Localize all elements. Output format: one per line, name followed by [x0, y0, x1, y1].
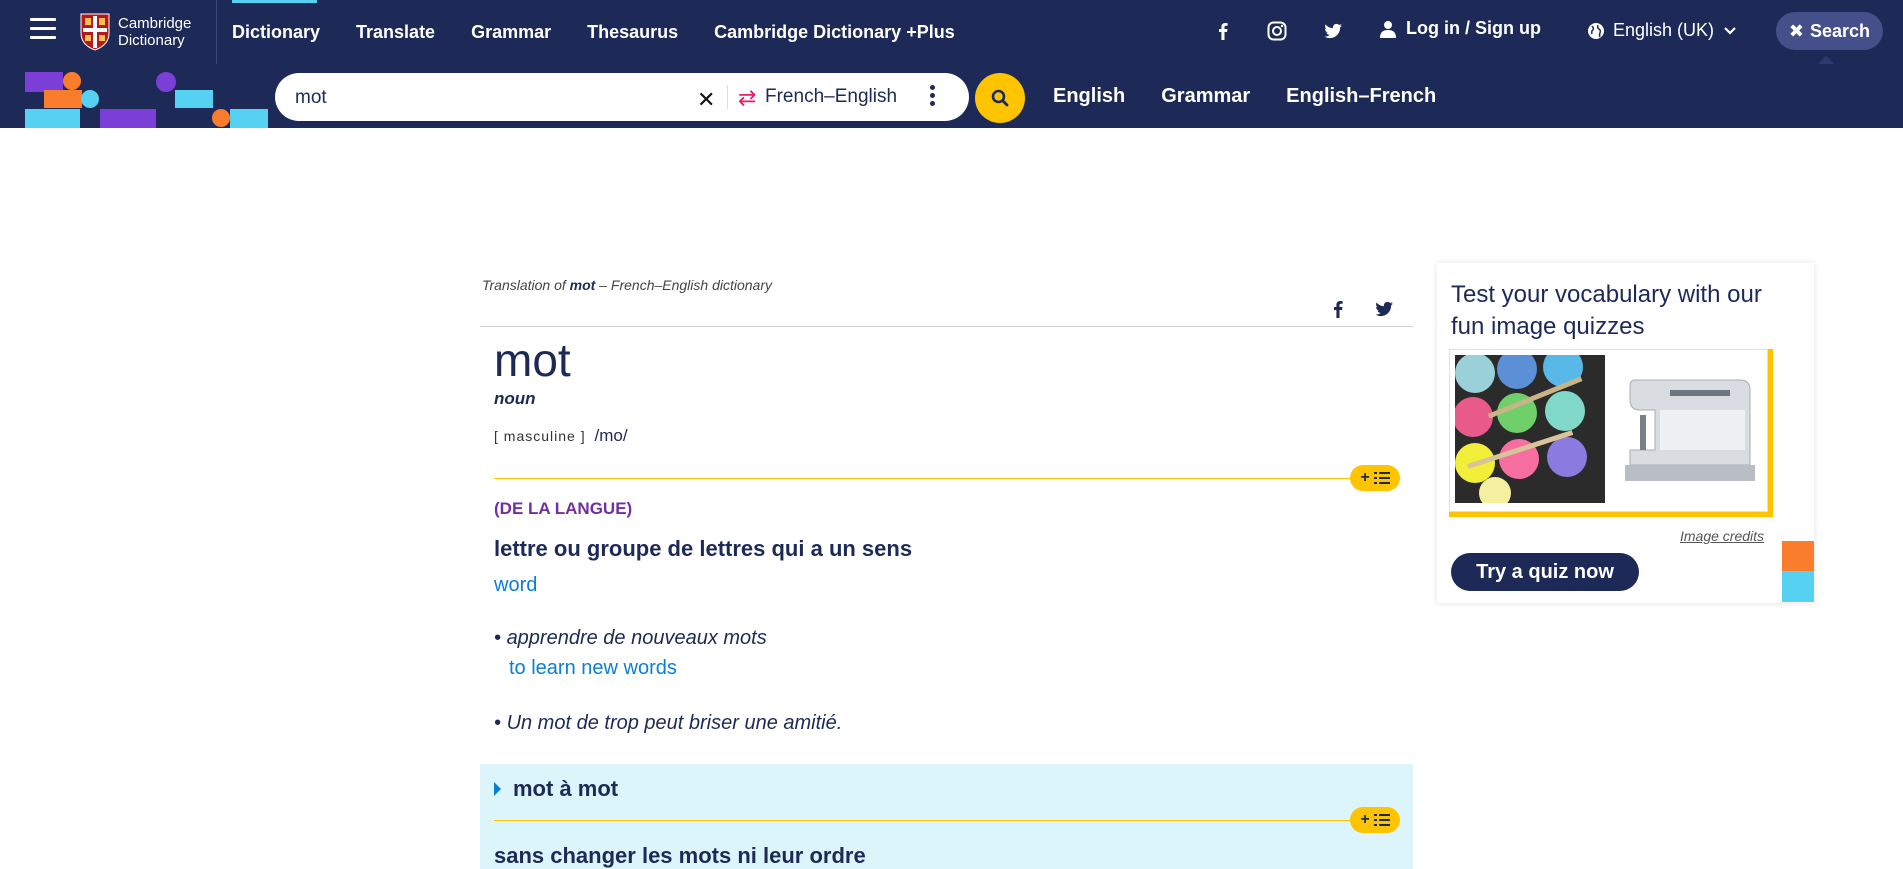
- list-icon: [1373, 814, 1390, 826]
- search-separator: [727, 85, 728, 109]
- link-grammar[interactable]: Grammar: [1161, 85, 1250, 108]
- example-1: • apprendre de nouveaux mots: [494, 627, 767, 649]
- search-bar: mot ✕ ⇄ French–English English Grammar E…: [0, 64, 1903, 128]
- pronunciation: /mo/: [594, 426, 628, 445]
- guideword: (DE LA LANGUE): [494, 499, 633, 518]
- search-button[interactable]: [975, 73, 1025, 123]
- top-bar: Cambridge Dictionary Dictionary Translat…: [0, 0, 1903, 64]
- cambridge-logo[interactable]: Cambridge Dictionary: [80, 12, 200, 52]
- facebook-icon: [1219, 23, 1228, 40]
- crumb-word: mot: [569, 277, 596, 293]
- phrase-title-text: mot à mot: [513, 776, 619, 801]
- facebook-link[interactable]: [1212, 20, 1234, 42]
- definition: lettre ou groupe de lettres qui a un sen…: [494, 536, 913, 561]
- twitter-icon: [1324, 23, 1342, 39]
- cambridge-shield-icon: [80, 13, 110, 51]
- example-1-translation[interactable]: to learn new words: [509, 657, 677, 680]
- logo-text-dictionary: Dictionary: [118, 32, 185, 49]
- list-icon: [1373, 472, 1390, 484]
- grammar-info: [ masculine ] /mo/: [494, 426, 628, 446]
- search-toggle-button[interactable]: ✖ Search: [1776, 12, 1883, 50]
- twitter-icon: [1375, 301, 1393, 317]
- plus-icon: +: [1360, 811, 1370, 828]
- link-english-french[interactable]: English–French: [1286, 85, 1436, 108]
- login-signup-link[interactable]: Log in / Sign up: [1380, 18, 1541, 39]
- link-english[interactable]: English: [1053, 85, 1125, 108]
- nav-thesaurus[interactable]: Thesaurus: [587, 0, 678, 64]
- part-of-speech: noun: [494, 389, 536, 408]
- logo-text: Cambridge Dictionary: [118, 15, 191, 49]
- breadcrumb: Translation of mot – French–English dict…: [482, 277, 772, 293]
- dictionary-links: English Grammar English–French: [1053, 64, 1472, 128]
- share-facebook[interactable]: [1327, 298, 1349, 320]
- language-label: English (UK): [1613, 20, 1715, 40]
- phrase-definition: sans changer les mots ni leur ordre: [494, 843, 866, 868]
- sense-divider: [494, 478, 1394, 479]
- caret-right-icon: [494, 782, 501, 796]
- quiz-decoration-orange: [1782, 541, 1814, 571]
- close-icon: ✖: [1788, 20, 1805, 41]
- login-label: Log in / Sign up: [1406, 18, 1541, 38]
- gender-code: [ masculine ]: [494, 428, 586, 444]
- more-options-icon[interactable]: [930, 85, 936, 109]
- entry-divider: [480, 326, 1413, 327]
- logo-text-cambridge: Cambridge: [118, 15, 192, 32]
- twitter-link[interactable]: [1322, 20, 1344, 42]
- phrase-title[interactable]: mot à mot: [494, 776, 618, 802]
- chevron-down-icon: [1724, 26, 1736, 35]
- quiz-title: Test your vocabulary with our fun image …: [1451, 281, 1762, 340]
- hamburger-menu-icon[interactable]: [30, 18, 56, 40]
- globe-icon: [1588, 22, 1604, 39]
- example-1-text: apprendre de nouveaux mots: [506, 627, 767, 649]
- image-credits-link[interactable]: Image credits: [1680, 528, 1764, 544]
- search-caret: [1818, 56, 1834, 64]
- search-input[interactable]: mot: [295, 87, 327, 109]
- try-quiz-button[interactable]: Try a quiz now: [1451, 553, 1639, 591]
- search-box: mot ✕ ⇄ French–English: [275, 73, 969, 121]
- facebook-icon: [1334, 301, 1343, 318]
- dictionary-selector[interactable]: French–English: [765, 86, 897, 108]
- quiz-card: Test your vocabulary with our fun image …: [1437, 263, 1814, 603]
- main-nav: Dictionary Translate Grammar Thesaurus C…: [232, 0, 991, 64]
- phrase-divider: [494, 820, 1394, 821]
- crumb-prefix: Translation of: [482, 277, 566, 293]
- search-toggle-label: Search: [1810, 20, 1871, 41]
- quiz-image-frame: [1449, 349, 1768, 512]
- paint-palette-image: [1455, 355, 1605, 503]
- sewing-machine-image: [1610, 355, 1765, 503]
- language-selector[interactable]: English (UK): [1587, 20, 1736, 41]
- translation[interactable]: word: [494, 574, 537, 597]
- quiz-image[interactable]: [1449, 349, 1773, 517]
- share-twitter[interactable]: [1373, 298, 1395, 320]
- example-2-text: Un mot de trop peut briser une amitié.: [506, 712, 843, 734]
- quiz-decoration-cyan: [1782, 571, 1814, 602]
- nav-dictionary[interactable]: Dictionary: [232, 0, 320, 64]
- instagram-icon: [1267, 21, 1287, 41]
- phrase-add-to-word-list-button[interactable]: +: [1350, 807, 1400, 833]
- instagram-link[interactable]: [1266, 20, 1288, 42]
- nav-translate[interactable]: Translate: [356, 0, 435, 64]
- example-2: • Un mot de trop peut briser une amitié.: [494, 712, 843, 734]
- decorative-shapes: [0, 64, 280, 128]
- user-icon: [1380, 20, 1396, 38]
- search-icon: [991, 89, 1009, 107]
- clear-search-icon[interactable]: ✕: [697, 87, 715, 113]
- headword: mot: [494, 334, 571, 386]
- plus-icon: +: [1360, 469, 1370, 486]
- add-to-word-list-button[interactable]: +: [1350, 465, 1400, 491]
- swap-arrows-icon: ⇄: [738, 85, 757, 110]
- nav-grammar[interactable]: Grammar: [471, 0, 551, 64]
- crumb-suffix: – French–English dictionary: [599, 277, 772, 293]
- header-divider: [216, 0, 217, 64]
- nav-dictionary-plus[interactable]: Cambridge Dictionary +Plus: [714, 0, 955, 64]
